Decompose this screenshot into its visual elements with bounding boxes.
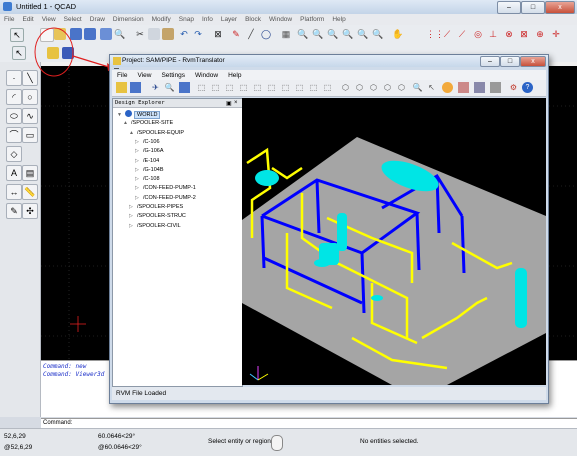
- panel-close-icon[interactable]: ×: [234, 100, 238, 106]
- cube-right-icon[interactable]: ⬡: [382, 82, 393, 93]
- rvm-sys-icon: [114, 68, 119, 69]
- view-right-icon[interactable]: ⬚: [238, 82, 249, 93]
- plant-model: [242, 137, 546, 385]
- design-explorer-header: Design Explorer: [113, 99, 242, 108]
- tree-item-label: /SPOOLER-CIVIL: [137, 222, 181, 229]
- tree-expander-icon[interactable]: ▲: [129, 129, 137, 137]
- rvm-toolbar: ✈ 🔍 ⬚ ⬚ ⬚ ⬚ ⬚ ⬚ ⬚ ⬚ ⬚ ⬚ ⬡ ⬡ ⬡ ⬡ ⬡ 🔍 ↖ ⚙ …: [112, 80, 546, 97]
- cube-top-icon[interactable]: ⬡: [396, 82, 407, 93]
- tree-expander-icon[interactable]: ▷: [129, 212, 137, 220]
- tree-item-label: /CON-FEED-PUMP-2: [143, 194, 196, 201]
- tree-item[interactable]: ▷/CON-FEED-PUMP-2: [135, 194, 196, 202]
- rvm-section-icon[interactable]: [474, 82, 485, 93]
- 3d-viewport[interactable]: [242, 98, 546, 385]
- tree-expander-icon[interactable]: ▲: [123, 119, 131, 127]
- tree-item[interactable]: ▷/G-106A: [135, 147, 163, 155]
- tree-expander-icon[interactable]: ▷: [135, 147, 143, 155]
- rvm-maximize-button[interactable]: □: [500, 56, 520, 67]
- view-iso3-icon[interactable]: ⬚: [308, 82, 319, 93]
- tree-expander-icon[interactable]: ▷: [135, 138, 143, 146]
- rvm-help-icon[interactable]: ?: [522, 82, 533, 93]
- tree-item-label: /E-104: [143, 157, 160, 164]
- rvm-save-icon[interactable]: [130, 82, 141, 93]
- view-left-icon[interactable]: ⬚: [224, 82, 235, 93]
- rvm-open-icon[interactable]: [116, 82, 127, 93]
- cube-front-icon[interactable]: ⬡: [340, 82, 351, 93]
- rvm-title-bar: Project: SAM/PIPE - RvmTranslator – □ x: [110, 55, 548, 67]
- tree-expander-icon[interactable]: ▷: [135, 175, 143, 183]
- tree-expander-icon[interactable]: ▷: [129, 222, 137, 230]
- design-explorer-panel: Design Explorer ▣ × ▼ WORLD ▲/SPOOLER-SITE…: [112, 98, 243, 387]
- tree-expander-icon[interactable]: ▷: [135, 194, 143, 202]
- tree-item[interactable]: ▷/C-106: [135, 138, 160, 146]
- tree-item-label: WORLD: [134, 111, 161, 119]
- view-top-icon[interactable]: ⬚: [252, 82, 263, 93]
- tree-item-label: /G-104B: [143, 166, 164, 173]
- tree-item-label: /SPOOLER-SITE: [131, 120, 174, 127]
- tree-item[interactable]: ▲/SPOOLER-EQUIP: [129, 129, 184, 137]
- rvm-fit-icon[interactable]: [179, 82, 190, 93]
- tree-item[interactable]: ▷/SPOOLER-STRUC: [129, 212, 186, 220]
- rvm-minimize-button[interactable]: –: [480, 56, 500, 67]
- rvm-status-text: RVM File Loaded: [116, 390, 167, 397]
- tree-expander-icon[interactable]: ▼: [117, 111, 125, 119]
- rvm-status-bar: RVM File Loaded: [112, 387, 546, 400]
- tree-expander-icon[interactable]: ▷: [135, 157, 143, 165]
- rvm-shading-icon[interactable]: [442, 82, 453, 93]
- rvm-search-icon[interactable]: 🔍: [164, 82, 175, 93]
- globe-icon: [125, 110, 132, 117]
- cube-back-icon[interactable]: ⬡: [354, 82, 365, 93]
- rvm-pick-icon[interactable]: ✈: [150, 82, 161, 93]
- tree-item[interactable]: ▷/E-104: [135, 157, 159, 165]
- tree-expander-icon[interactable]: ▷: [135, 166, 143, 174]
- annotation-circle: [34, 27, 74, 77]
- view-back-icon[interactable]: ⬚: [210, 82, 221, 93]
- tree-item-label: /SPOOLER-STRUC: [137, 213, 186, 220]
- rvm-close-button[interactable]: x: [520, 56, 546, 67]
- rvm-wireframe-icon[interactable]: [458, 82, 469, 93]
- cube-left-icon[interactable]: ⬡: [368, 82, 379, 93]
- rvm-window: Project: SAM/PIPE - RvmTranslator – □ x …: [109, 54, 549, 404]
- tree-item[interactable]: ▼ WORLD: [117, 110, 161, 119]
- view-iso1-icon[interactable]: ⬚: [280, 82, 291, 93]
- view-bottom-icon[interactable]: ⬚: [266, 82, 277, 93]
- axis-triad: [249, 366, 269, 381]
- tree-item-label: /G-106A: [143, 148, 164, 155]
- view-iso4-icon[interactable]: ⬚: [322, 82, 333, 93]
- tree-item-label: /SPOOLER-EQUIP: [137, 129, 185, 136]
- rvm-about-icon[interactable]: ⚙: [508, 82, 519, 93]
- tree-item[interactable]: ▷/C-108: [135, 175, 160, 183]
- rvm-pointer-icon[interactable]: ↖: [426, 82, 437, 93]
- rvm-menu-bar: File View Settings Window Help: [112, 70, 546, 80]
- rvm-zoom-icon[interactable]: 🔍: [412, 82, 423, 93]
- tree-item-label: /SPOOLER-PIPES: [137, 204, 184, 210]
- tree-expander-icon[interactable]: ▷: [135, 184, 143, 192]
- tree-expander-icon[interactable]: ▷: [129, 203, 137, 211]
- tree-item[interactable]: ▷/G-104B: [135, 166, 163, 174]
- rvm-measure-icon[interactable]: [490, 82, 501, 93]
- tree-item[interactable]: ▷/SPOOLER-CIVIL: [129, 222, 181, 230]
- tree-item[interactable]: ▲/SPOOLER-SITE: [123, 119, 173, 127]
- panel-float-icon[interactable]: ▣: [226, 100, 232, 107]
- tree-item[interactable]: ▷/SPOOLER-PIPES: [129, 203, 183, 211]
- rvm-app-icon: [113, 57, 121, 65]
- design-explorer-title: Design Explorer: [115, 100, 165, 106]
- tree-item[interactable]: ▷/CON-FEED-PUMP-1: [135, 184, 196, 192]
- tree-item-label: /C-106: [143, 138, 160, 145]
- tree-item-label: /CON-FEED-PUMP-1: [143, 185, 196, 192]
- view-iso2-icon[interactable]: ⬚: [294, 82, 305, 93]
- rvm-window-title: Project: SAM/PIPE - RvmTranslator: [122, 57, 225, 64]
- tree-item-label: /C-108: [143, 176, 160, 183]
- view-front-icon[interactable]: ⬚: [196, 82, 207, 93]
- annotation-arrow: [72, 55, 113, 69]
